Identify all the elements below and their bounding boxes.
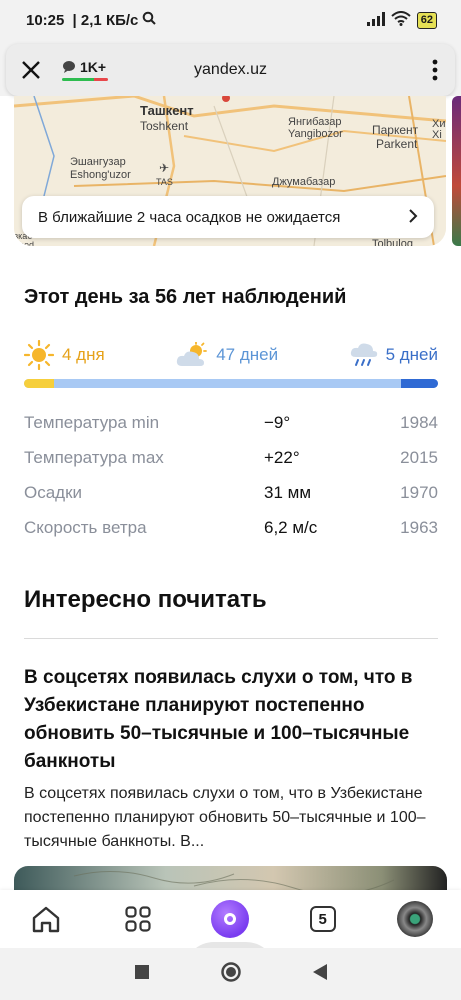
chevron-right-icon (408, 207, 418, 228)
map-label-djumabazar: Джумабазар (272, 176, 336, 188)
services-button[interactable] (108, 894, 168, 944)
airplane-icon: ✈ (159, 161, 170, 175)
sunny-segment (24, 379, 54, 388)
record-value: −9° (264, 412, 291, 432)
avatar (396, 901, 433, 937)
record-row: Температура max +22° 2015 (24, 440, 438, 475)
map-label-xi: Xi (432, 129, 442, 141)
sunny-days-stat: 4 дня (24, 340, 105, 370)
address-bar[interactable]: 1K+ yandex.uz (6, 44, 455, 96)
rainy-days-stat: 5 дней (350, 341, 438, 369)
section-divider (24, 638, 438, 639)
article-snippet[interactable]: В соцсетях появилась слухи о том, что в … (24, 782, 438, 854)
map-label-eshanguzar: Eshong'uzor (70, 169, 131, 181)
menu-button[interactable] (415, 44, 455, 96)
record-row: Скорость ветра 6,2 м/с 1963 (24, 510, 438, 545)
map-label-tashkent: Ташкент (140, 103, 194, 118)
rainy-days-label: 5 дней (385, 345, 438, 364)
rainy-segment (401, 379, 438, 388)
weather-distribution-bar (24, 379, 438, 388)
map-label-yangibozor: Yangibozor (288, 128, 343, 140)
map-label-tolbulog: Tolbulog (372, 238, 413, 246)
close-button[interactable] (6, 44, 56, 96)
record-label: Температура max (24, 447, 164, 467)
system-home-button[interactable] (220, 961, 242, 988)
square-icon (134, 964, 149, 979)
more-vertical-icon (432, 59, 438, 81)
map-label-toshkent: Toshkent (140, 119, 189, 133)
record-year: 1970 (400, 482, 438, 502)
record-row: Осадки 31 мм 1970 (24, 475, 438, 510)
precipitation-forecast-button[interactable]: В ближайшие 2 часа осадков не ожидается (22, 196, 434, 238)
map-label-tas: TAS (156, 177, 173, 187)
browser-toolbar: 1K+ yandex.uz (0, 40, 461, 96)
record-label: Осадки (24, 482, 83, 502)
sunny-days-label: 4 дня (62, 345, 105, 364)
map-label-eshanguzar-ru: Эшангузар (70, 156, 126, 168)
record-label: Температура min (24, 412, 160, 432)
map-label-abod: abod (14, 240, 35, 246)
comment-bubble-icon (63, 61, 75, 73)
records-table: Температура min −9° 1984 Температура max… (24, 405, 438, 545)
status-time: 10:25 (26, 11, 65, 29)
record-label: Скорость ветра (24, 517, 147, 537)
sun-icon (24, 340, 54, 370)
rain-cloud-icon (350, 343, 377, 366)
profile-button[interactable] (385, 894, 445, 944)
record-row: Температура min −9° 1984 (24, 405, 438, 440)
triangle-back-icon (312, 963, 327, 980)
reading-title: Интересно почитать (24, 586, 267, 613)
status-separator: | (68, 11, 81, 29)
cloudy-days-stat: 47 дней (176, 342, 278, 368)
signal-icon (366, 11, 385, 29)
precipitation-text: В ближайшие 2 часа осадков не ожидается (38, 208, 341, 226)
status-bar: 10:25 | 2,1 КБ/с 62 (0, 0, 461, 40)
bottom-navigation: 5 (0, 890, 461, 948)
system-navigation (0, 948, 461, 1000)
back-button[interactable] (312, 963, 328, 986)
map-label-parkent-ru: Паркент (372, 123, 419, 137)
comments-button[interactable]: 1K+ (62, 59, 108, 81)
history-title: Этот день за 56 лет наблюдений (24, 286, 347, 308)
close-icon (22, 61, 40, 79)
map-label-parkent: Parkent (376, 137, 418, 151)
search-icon (142, 11, 157, 29)
record-year: 1963 (400, 517, 438, 537)
record-year: 1984 (400, 412, 438, 432)
record-value: 6,2 м/с (264, 517, 318, 537)
tabs-count: 5 (309, 906, 336, 932)
next-card-edge[interactable] (452, 96, 461, 246)
circle-icon (220, 961, 241, 982)
comments-rating-bar (62, 78, 108, 81)
history-stats: 4 дня 47 дней 5 дней (24, 340, 438, 370)
battery-indicator: 62 (416, 11, 437, 29)
cloudy-segment (53, 379, 402, 388)
grid-icon (125, 906, 151, 932)
partly-cloudy-icon (177, 342, 208, 366)
wifi-icon (391, 11, 411, 29)
article-headline[interactable]: В соцсетях появилась слухи о том, что в … (24, 664, 438, 776)
network-speed: 2,1 КБ/с (80, 11, 139, 29)
alice-icon (211, 900, 250, 938)
alice-assistant-button[interactable] (200, 894, 260, 944)
record-value: 31 мм (264, 482, 312, 502)
home-icon (32, 906, 60, 933)
home-button[interactable] (16, 894, 76, 944)
recents-button[interactable] (134, 964, 150, 985)
cloudy-days-label: 47 дней (216, 345, 279, 364)
record-value: +22° (264, 447, 300, 467)
comments-count: 1K+ (80, 59, 107, 75)
record-year: 2015 (400, 447, 438, 467)
tabs-button[interactable]: 5 (293, 894, 353, 944)
